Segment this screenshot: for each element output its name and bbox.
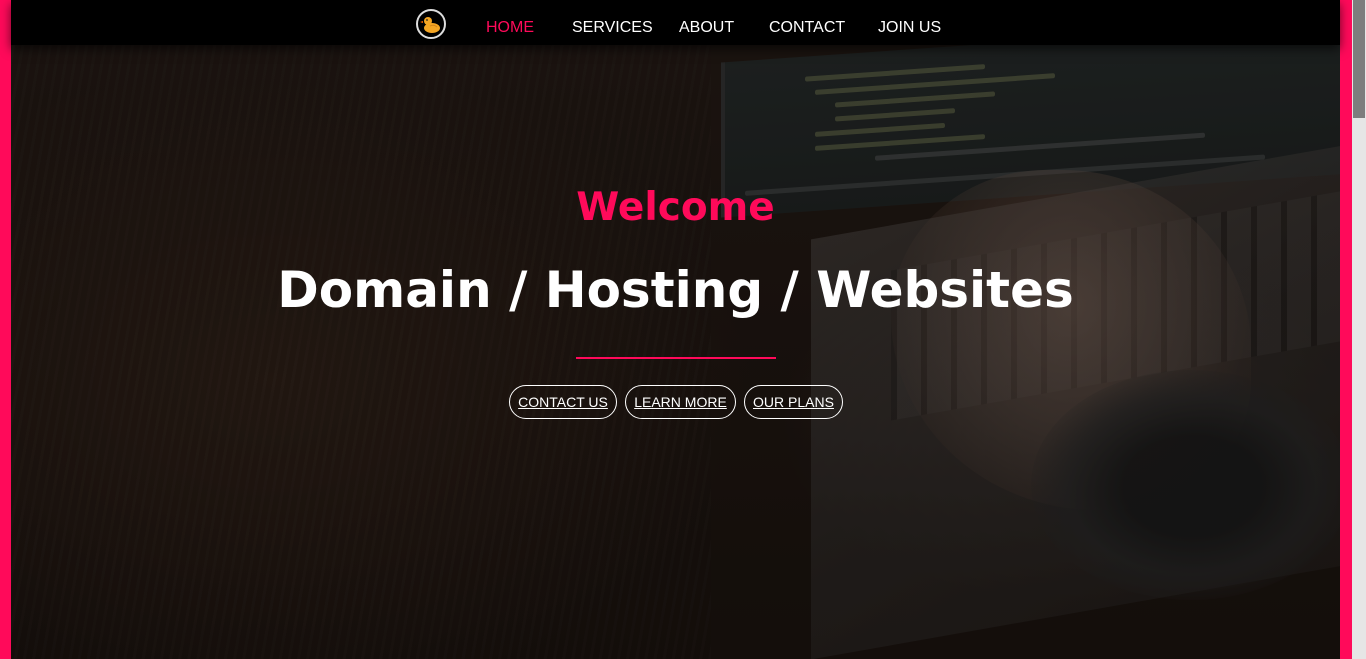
accent-divider bbox=[576, 357, 776, 359]
learn-more-button[interactable]: LEARN MORE bbox=[625, 385, 736, 419]
hero-headline: Domain / Hosting / Websites bbox=[277, 261, 1074, 319]
nav-about[interactable]: ABOUT bbox=[679, 18, 734, 38]
nav-services[interactable]: SERVICES bbox=[572, 18, 653, 38]
right-accent-border bbox=[1340, 0, 1352, 659]
hero-section bbox=[11, 0, 1340, 659]
duck-icon[interactable] bbox=[416, 9, 446, 39]
our-plans-button[interactable]: OUR PLANS bbox=[744, 385, 843, 419]
duck-logo-graphic bbox=[420, 17, 440, 33]
welcome-heading: Welcome bbox=[576, 185, 775, 230]
top-navbar: HOME SERVICES ABOUT CONTACT JOIN US bbox=[11, 0, 1340, 45]
contact-us-button[interactable]: CONTACT US bbox=[509, 385, 617, 419]
nav-contact[interactable]: CONTACT bbox=[769, 18, 845, 38]
nav-join-us[interactable]: JOIN US bbox=[878, 18, 941, 38]
hero-overlay bbox=[11, 0, 1340, 659]
page: HOME SERVICES ABOUT CONTACT JOIN US Welc… bbox=[0, 0, 1366, 659]
left-accent-border bbox=[0, 0, 11, 659]
nav-home[interactable]: HOME bbox=[486, 18, 534, 38]
scrollbar-thumb[interactable] bbox=[1353, 0, 1365, 118]
